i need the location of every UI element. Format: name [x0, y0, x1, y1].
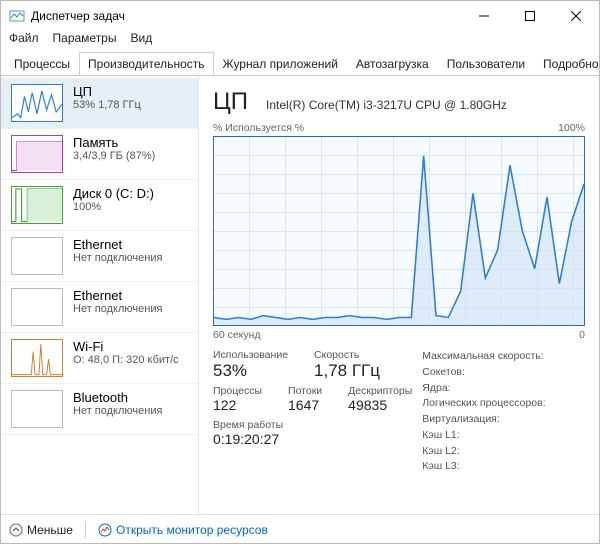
sidebar-item-6[interactable]: BluetoothНет подключения: [1, 384, 198, 435]
sidebar-item-0[interactable]: ЦП53% 1,78 ГГц: [1, 78, 198, 129]
handles-label: Дескрипторы: [348, 385, 412, 397]
fewer-details-label: Меньше: [27, 523, 73, 537]
close-button[interactable]: [553, 1, 599, 31]
menu-view[interactable]: Вид: [130, 31, 152, 51]
minimize-button[interactable]: [461, 1, 507, 31]
uptime-value: 0:19:20:27: [213, 431, 412, 447]
sidebar-item-1[interactable]: Память3,4/3,9 ГБ (87%): [1, 129, 198, 180]
cpu-heading: ЦП: [213, 88, 248, 116]
tab-startup[interactable]: Автозагрузка: [347, 52, 438, 76]
sidebar-item-name: Bluetooth: [73, 390, 162, 405]
sidebar-thumb: [11, 186, 63, 224]
cpu-model: Intel(R) Core(TM) i3-3217U CPU @ 1.80GHz: [266, 98, 507, 112]
footer-divider: [85, 522, 86, 538]
sidebar-thumb: [11, 135, 63, 173]
sidebar-item-name: ЦП: [73, 84, 141, 99]
performance-sidebar: ЦП53% 1,78 ГГцПамять3,4/3,9 ГБ (87%)Диск…: [1, 76, 199, 514]
fewer-details-button[interactable]: Меньше: [9, 523, 73, 537]
menu-file[interactable]: Файл: [9, 31, 39, 51]
menu-options[interactable]: Параметры: [53, 31, 117, 51]
sidebar-item-sub: 53% 1,78 ГГц: [73, 99, 141, 111]
tab-app-history[interactable]: Журнал приложений: [214, 52, 347, 76]
cpu-static-info: Максимальная скорость: Сокетов: Ядра: Ло…: [422, 349, 545, 475]
sidebar-thumb: [11, 288, 63, 326]
tab-performance[interactable]: Производительность: [79, 52, 213, 76]
cpu-usage-chart[interactable]: [213, 136, 585, 326]
sidebar-item-3[interactable]: EthernetНет подключения: [1, 231, 198, 282]
chart-label-tr: 100%: [558, 122, 585, 134]
processes-label: Процессы: [213, 385, 262, 397]
tab-processes[interactable]: Процессы: [5, 52, 79, 76]
tab-details[interactable]: Подробности: [534, 52, 599, 76]
window-title: Диспетчер задач: [31, 9, 461, 23]
resource-monitor-label: Открыть монитор ресурсов: [116, 523, 268, 537]
speed-value: 1,78 ГГц: [314, 361, 380, 381]
sidebar-item-sub: О: 48,0 П: 320 кбит/с: [73, 354, 179, 366]
sidebar-item-sub: Нет подключения: [73, 405, 162, 417]
usage-label: Использование: [213, 349, 288, 361]
sidebar-item-5[interactable]: Wi-FiО: 48,0 П: 320 кбит/с: [1, 333, 198, 384]
sidebar-item-name: Ethernet: [73, 288, 162, 303]
threads-label: Потоки: [288, 385, 322, 397]
tab-strip: Процессы Производительность Журнал прило…: [1, 51, 599, 76]
app-icon: [9, 8, 25, 24]
maximize-button[interactable]: [507, 1, 553, 31]
sidebar-item-2[interactable]: Диск 0 (C: D:)100%: [1, 180, 198, 231]
footer: Меньше Открыть монитор ресурсов: [1, 514, 599, 544]
processes-value: 122: [213, 397, 262, 413]
sidebar-item-sub: 3,4/3,9 ГБ (87%): [73, 150, 155, 162]
menubar: Файл Параметры Вид: [1, 31, 599, 51]
sidebar-thumb: [11, 390, 63, 428]
sidebar-thumb: [11, 237, 63, 275]
chart-label-bl: 60 секунд: [213, 329, 261, 341]
cpu-detail-pane: ЦП Intel(R) Core(TM) i3-3217U CPU @ 1.80…: [199, 76, 599, 514]
titlebar: Диспетчер задач: [1, 1, 599, 31]
threads-value: 1647: [288, 397, 322, 413]
sidebar-item-sub: Нет подключения: [73, 252, 162, 264]
sidebar-item-name: Диск 0 (C: D:): [73, 186, 154, 201]
handles-value: 49835: [348, 397, 412, 413]
sidebar-item-name: Память: [73, 135, 155, 150]
sidebar-item-sub: Нет подключения: [73, 303, 162, 315]
sidebar-item-name: Ethernet: [73, 237, 162, 252]
open-resource-monitor-link[interactable]: Открыть монитор ресурсов: [98, 523, 268, 537]
uptime-label: Время работы: [213, 419, 412, 431]
usage-value: 53%: [213, 361, 288, 381]
sidebar-item-sub: 100%: [73, 201, 154, 213]
speed-label: Скорость: [314, 349, 380, 361]
chart-label-br: 0: [579, 329, 585, 341]
sidebar-thumb: [11, 84, 63, 122]
sidebar-thumb: [11, 339, 63, 377]
tab-users[interactable]: Пользователи: [438, 52, 534, 76]
sidebar-item-name: Wi-Fi: [73, 339, 179, 354]
chart-label-tl: % Используется %: [213, 122, 304, 134]
sidebar-item-4[interactable]: EthernetНет подключения: [1, 282, 198, 333]
resource-monitor-icon: [98, 523, 112, 537]
